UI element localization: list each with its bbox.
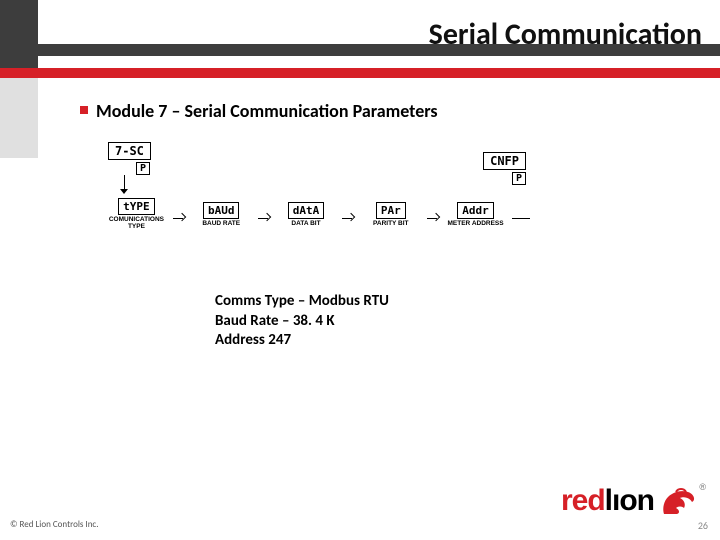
value-comms-type: Comms Type – Modbus RTU [215,292,389,312]
footer-copyright: © Red Lion Controls Inc. [10,519,99,530]
param-parity: PAr PARITY BIT [354,202,427,227]
p-key-icon: P [136,162,150,175]
param-lcd: tYPE [118,198,155,215]
param-data: dAtA DATA BIT [270,202,343,227]
logo-red-text: red [561,484,605,518]
param-lcd: dAtA [288,202,325,219]
param-label: METER ADDRESS [448,220,504,227]
connector-line [512,218,530,219]
header-dark-band [0,44,720,56]
values-block: Comms Type – Modbus RTU Baud Rate – 38. … [215,292,389,351]
left-gray-block [0,78,38,158]
flow-diagram: 7-SC P CNFP P tYPE COMUNICATIONS TYPE [100,142,530,230]
diagram-end-box: CNFP [483,152,526,170]
param-type: tYPE COMUNICATIONS TYPE [100,198,173,230]
diagram-top-row: 7-SC P CNFP P [100,142,530,194]
p-key-icon: P [512,172,526,185]
value-baud-rate: Baud Rate – 38. 4 K [215,312,389,332]
param-baud: bAUd BAUD RATE [185,202,258,227]
content-area: Module 7 – Serial Communication Paramete… [80,100,700,230]
redlion-logo: red lıon ® [561,484,698,518]
param-label: BAUD RATE [202,220,240,227]
arrowhead-down-icon [120,189,128,194]
header-red-band [0,68,720,78]
param-addr: Addr METER ADDRESS [439,202,512,227]
param-lcd: Addr [457,202,494,219]
value-address: Address 247 [215,331,389,351]
header: Serial Communication [0,0,720,68]
bullet-square-icon [80,106,88,114]
logo-lion-text: lıon [605,484,654,518]
diagram-start-box: 7-SC [108,142,151,160]
param-label: COMUNICATIONS TYPE [100,216,173,230]
bullet-text: Module 7 – Serial Communication Paramete… [96,100,438,122]
lion-icon [658,484,698,518]
arrow-down-icon [124,175,125,189]
registered-icon: ® [699,482,706,492]
param-lcd: PAr [376,202,406,219]
param-label: PARITY BIT [373,220,409,227]
param-lcd: bAUd [203,202,240,219]
bullet-item: Module 7 – Serial Communication Paramete… [80,100,700,122]
param-label: DATA BIT [291,220,320,227]
page-number: 26 [698,519,708,532]
diagram-param-row: tYPE COMUNICATIONS TYPE bAUd BAUD RATE d… [100,198,530,230]
